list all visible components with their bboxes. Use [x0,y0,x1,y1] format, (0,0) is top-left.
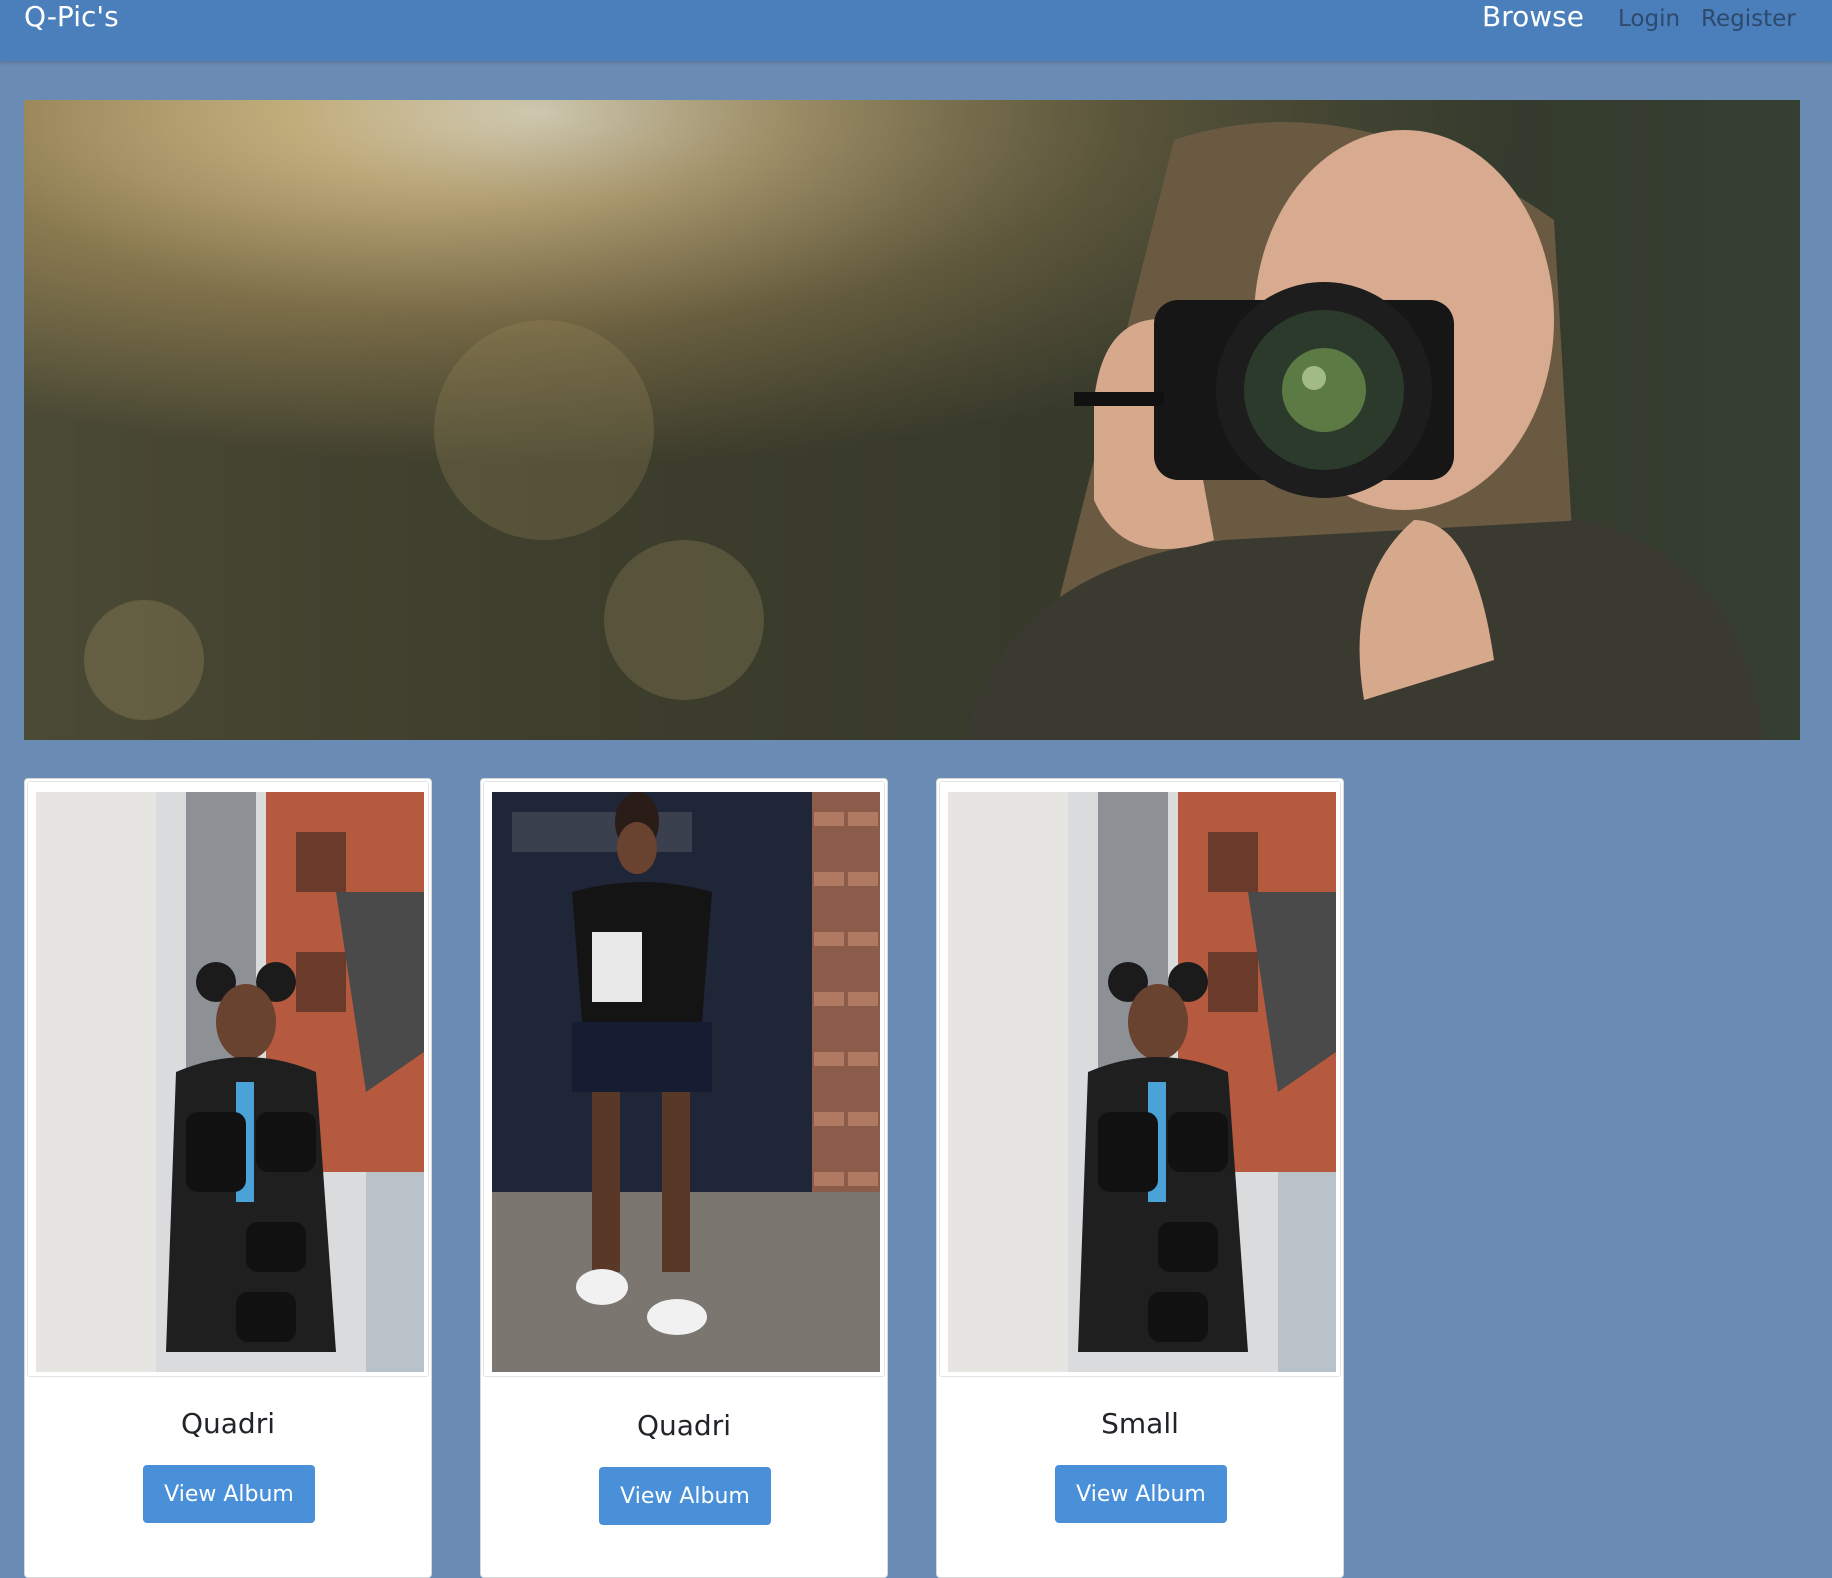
hero-banner-image [24,100,1800,740]
album-card: Quadri View Album [480,778,888,1578]
album-thumbnail[interactable] [492,792,880,1372]
album-title: Small [1101,1407,1179,1440]
album-card: Small View Album [936,778,1344,1578]
album-card: Quadri View Album [24,778,432,1578]
woman-parking-door-photo [492,792,880,1372]
album-thumbnail[interactable] [948,792,1336,1372]
album-title: Quadri [180,1407,275,1440]
woman-with-bags-photo [36,792,424,1372]
nav-login-link[interactable]: Login [1618,2,1680,36]
view-album-button[interactable]: View Album [1055,1465,1227,1523]
view-album-button[interactable]: View Album [143,1465,315,1523]
nav-browse-link[interactable]: Browse [1482,0,1584,34]
brand-logo[interactable]: Q-Pic's [24,0,119,34]
album-thumbnail-frame [939,781,1341,1377]
nav-register-link[interactable]: Register [1701,2,1796,36]
album-thumbnail-frame [27,781,429,1377]
album-title: Quadri [636,1409,731,1442]
album-thumbnail[interactable] [36,792,424,1372]
woman-with-bags-photo [948,792,1336,1372]
top-navbar: Q-Pic's Browse Login Register [0,0,1832,61]
photographer-camera-image [24,100,1800,740]
album-thumbnail-frame [483,781,885,1377]
view-album-button[interactable]: View Album [599,1467,771,1525]
